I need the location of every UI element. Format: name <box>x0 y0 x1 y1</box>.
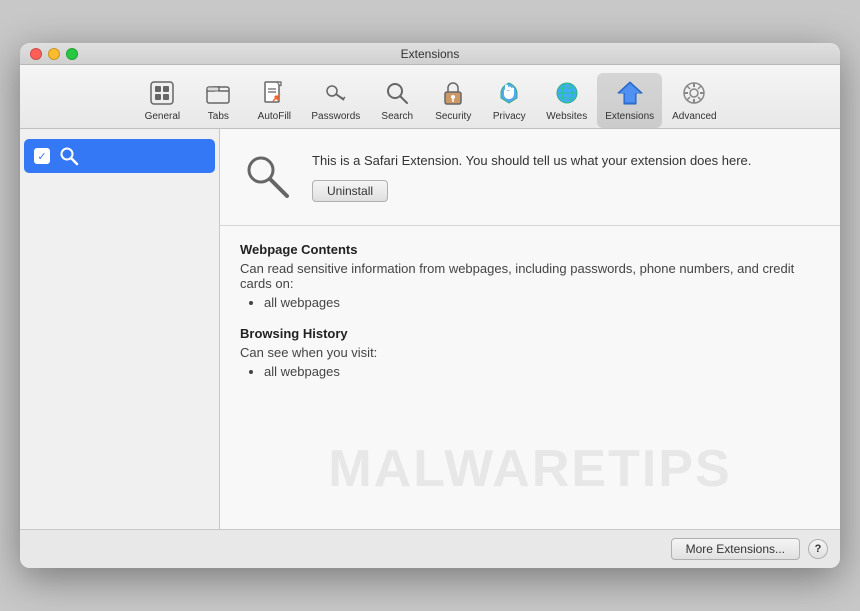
toolbar-item-general[interactable]: General <box>135 73 189 128</box>
search-toolbar-icon <box>381 77 413 109</box>
extension-description: This is a Safari Extension. You should t… <box>312 152 820 170</box>
extensions-label: Extensions <box>605 111 654 122</box>
permissions-section: Webpage Contents Can read sensitive info… <box>220 226 840 529</box>
extensions-icon <box>614 77 646 109</box>
security-label: Security <box>435 111 471 122</box>
toolbar-item-privacy[interactable]: Privacy <box>482 73 536 128</box>
passwords-label: Passwords <box>311 111 360 122</box>
advanced-icon <box>678 77 710 109</box>
window-title: Extensions <box>401 47 460 61</box>
toolbar-item-autofill[interactable]: AutoFill <box>247 73 301 128</box>
browsing-history-item: all webpages <box>264 364 820 379</box>
autofill-label: AutoFill <box>258 111 291 122</box>
browsing-history-title: Browsing History <box>240 326 820 341</box>
main-content: ✓ MALWARETIPS <box>20 129 840 529</box>
toolbar-item-passwords[interactable]: Passwords <box>303 73 368 128</box>
toolbar-item-tabs[interactable]: Tabs <box>191 73 245 128</box>
toolbar-item-security[interactable]: Security <box>426 73 480 128</box>
websites-label: Websites <box>546 111 587 122</box>
safari-preferences-window: Extensions General <box>20 43 840 568</box>
extension-details: This is a Safari Extension. You should t… <box>312 152 820 202</box>
general-label: General <box>145 111 181 122</box>
advanced-label: Advanced <box>672 111 716 122</box>
browsing-history-section: Browsing History Can see when you visit:… <box>240 326 820 379</box>
websites-icon <box>551 77 583 109</box>
security-icon <box>437 77 469 109</box>
extension-enabled-checkbox[interactable]: ✓ <box>34 148 50 164</box>
tabs-icon <box>202 77 234 109</box>
browsing-history-desc: Can see when you visit: <box>240 345 820 360</box>
checkbox-check-icon: ✓ <box>37 150 46 163</box>
autofill-icon <box>258 77 290 109</box>
maximize-button[interactable] <box>66 48 78 60</box>
webpage-contents-section: Webpage Contents Can read sensitive info… <box>240 242 820 310</box>
sidebar-ext-icon <box>58 145 80 167</box>
privacy-label: Privacy <box>493 111 526 122</box>
minimize-button[interactable] <box>48 48 60 60</box>
browsing-history-list: all webpages <box>240 364 820 379</box>
webpage-contents-title: Webpage Contents <box>240 242 820 257</box>
general-icon <box>146 77 178 109</box>
uninstall-button[interactable]: Uninstall <box>312 180 388 202</box>
extension-info-section: This is a Safari Extension. You should t… <box>220 129 840 226</box>
window-controls <box>30 48 78 60</box>
toolbar-item-extensions[interactable]: Extensions <box>597 73 662 128</box>
more-extensions-button[interactable]: More Extensions... <box>671 538 800 560</box>
search-label: Search <box>381 111 413 122</box>
close-button[interactable] <box>30 48 42 60</box>
privacy-icon <box>493 77 525 109</box>
webpage-contents-desc: Can read sensitive information from webp… <box>240 261 820 291</box>
extension-detail-panel: MALWARETIPS This is a Safari Extension. … <box>220 129 840 529</box>
help-button[interactable]: ? <box>808 539 828 559</box>
bottom-bar: More Extensions... ? <box>20 529 840 568</box>
toolbar-item-websites[interactable]: Websites <box>538 73 595 128</box>
extension-big-icon <box>240 149 296 205</box>
passwords-icon <box>320 77 352 109</box>
webpage-contents-item: all webpages <box>264 295 820 310</box>
extensions-sidebar: ✓ <box>20 129 220 529</box>
tabs-label: Tabs <box>208 111 229 122</box>
toolbar-icon-row: General Tabs <box>125 73 734 128</box>
sidebar-item-search-ext[interactable]: ✓ <box>24 139 215 173</box>
preferences-toolbar: General Tabs <box>20 65 840 129</box>
toolbar-item-advanced[interactable]: Advanced <box>664 73 724 128</box>
titlebar: Extensions <box>20 43 840 65</box>
toolbar-item-search[interactable]: Search <box>370 73 424 128</box>
webpage-contents-list: all webpages <box>240 295 820 310</box>
